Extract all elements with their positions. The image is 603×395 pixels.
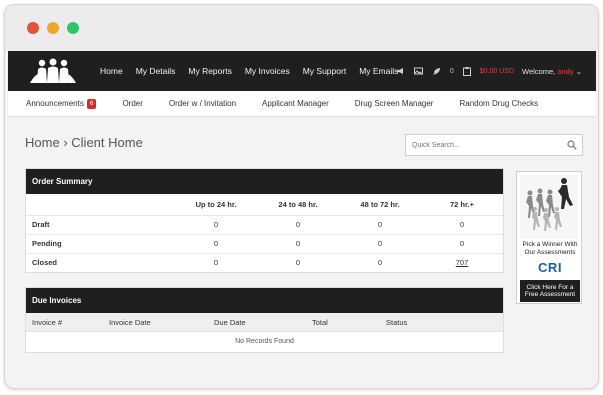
notification-count: 0: [449, 67, 454, 75]
table-cell: 0: [421, 233, 503, 253]
table-cell: 0: [257, 214, 339, 234]
breadcrumb: Home › Client Home: [25, 135, 143, 150]
column-header: Invoice Date: [109, 317, 151, 327]
table-cell: 0: [339, 214, 421, 234]
due-invoices-header: Invoice # Invoice Date Due Date Total St…: [26, 313, 503, 331]
column-header: Due Date: [214, 317, 246, 327]
nav-my-emails[interactable]: My Emails: [359, 66, 398, 76]
ad-brand-logo: CRI: [538, 260, 562, 275]
column-header: Total: [312, 317, 328, 327]
announcements-label: Announcements: [26, 99, 84, 108]
order-summary-panel: Order Summary Up to 24 hr. 24 to 48 hr. …: [25, 168, 504, 273]
chevron-down-icon: ⌄: [575, 66, 582, 76]
nav-my-details[interactable]: My Details: [136, 66, 176, 76]
table-cell: 0: [175, 233, 257, 253]
picture-icon[interactable]: [414, 66, 424, 76]
due-invoices-title: Due Invoices: [26, 288, 503, 313]
order-summary-title: Order Summary: [26, 169, 503, 194]
nav-my-invoices[interactable]: My Invoices: [245, 66, 290, 76]
ad-tagline: Pick a Winner With Our Assessments: [522, 241, 578, 256]
welcome-label: Welcome,: [522, 66, 556, 76]
maximize-window-button[interactable]: [67, 22, 79, 34]
megaphone-icon[interactable]: [396, 66, 406, 76]
column-header: Up to 24 hr.: [195, 199, 237, 209]
logo-icon[interactable]: [28, 58, 78, 84]
closed-orders-link[interactable]: 707: [456, 258, 469, 267]
column-header: Status: [386, 317, 408, 327]
table-cell: 0: [339, 233, 421, 253]
subnav-applicant-manager[interactable]: Applicant Manager: [262, 99, 329, 108]
column-header: 72 hr.+: [450, 199, 474, 209]
nav-my-support[interactable]: My Support: [303, 66, 346, 76]
subnav-random-drug-checks[interactable]: Random Drug Checks: [459, 99, 538, 108]
secondary-nav: Announcements 6 Order Order w / Invitati…: [8, 91, 596, 117]
title-bar: [5, 5, 598, 51]
row-label: Closed: [26, 252, 175, 272]
table-cell: 0: [421, 214, 503, 234]
table-cell: 0: [257, 252, 339, 272]
search-icon[interactable]: [567, 140, 577, 150]
row-label: Draft: [26, 214, 175, 234]
table-row: Pending 0 0 0 0: [26, 233, 503, 253]
row-label: Pending: [26, 233, 175, 253]
table-row: Draft 0 0 0 0: [26, 214, 503, 234]
minimize-window-button[interactable]: [47, 22, 59, 34]
subnav-order-invitation[interactable]: Order w / Invitation: [169, 99, 236, 108]
table-cell: 0: [175, 252, 257, 272]
due-invoices-panel: Due Invoices Invoice # Invoice Date Due …: [25, 287, 504, 353]
runners-illustration: [520, 175, 578, 239]
clipboard-icon[interactable]: [462, 66, 472, 76]
announcements-badge: 6: [86, 98, 97, 109]
table-cell: 0: [257, 233, 339, 253]
main-nav: Home My Details My Reports My Invoices M…: [100, 51, 411, 91]
browser-window: Home My Details My Reports My Invoices M…: [4, 4, 599, 389]
top-navbar: Home My Details My Reports My Invoices M…: [8, 51, 596, 91]
nav-home[interactable]: Home: [100, 66, 123, 76]
table-cell: 0: [175, 214, 257, 234]
nav-utilities: 0 $0.00 USD Welcome, andy ⌄: [396, 51, 582, 91]
column-header: Invoice #: [32, 317, 63, 327]
table-cell: 0: [339, 252, 421, 272]
order-summary-table: Up to 24 hr. 24 to 48 hr. 48 to 72 hr. 7…: [26, 194, 503, 272]
search-input[interactable]: [406, 141, 556, 149]
empty-state: No Records Found: [26, 331, 503, 351]
assessment-ad[interactable]: Pick a Winner With Our Assessments CRI C…: [516, 171, 582, 304]
breadcrumb-separator: ›: [63, 135, 68, 150]
table-row: Closed 0 0 0 707: [26, 252, 503, 272]
nav-my-reports[interactable]: My Reports: [188, 66, 231, 76]
close-window-button[interactable]: [27, 22, 39, 34]
subnav-order[interactable]: Order: [122, 99, 142, 108]
subnav-drug-screen-manager[interactable]: Drug Screen Manager: [355, 99, 434, 108]
free-assessment-button[interactable]: Click Here For a Free Assessment: [520, 280, 580, 302]
breadcrumb-current: Client Home: [71, 135, 143, 150]
username: andy: [557, 66, 574, 76]
welcome-menu[interactable]: Welcome, andy ⌄: [522, 67, 582, 76]
quick-search: [405, 134, 583, 156]
rocket-icon[interactable]: [432, 66, 442, 76]
subnav-announcements[interactable]: Announcements 6: [26, 98, 97, 109]
account-balance[interactable]: $0.00 USD: [480, 68, 514, 75]
breadcrumb-home[interactable]: Home: [25, 135, 60, 150]
column-header: 24 to 48 hr.: [278, 199, 318, 209]
table-header-row: Up to 24 hr. 24 to 48 hr. 48 to 72 hr. 7…: [26, 194, 503, 215]
column-header: 48 to 72 hr.: [360, 199, 400, 209]
